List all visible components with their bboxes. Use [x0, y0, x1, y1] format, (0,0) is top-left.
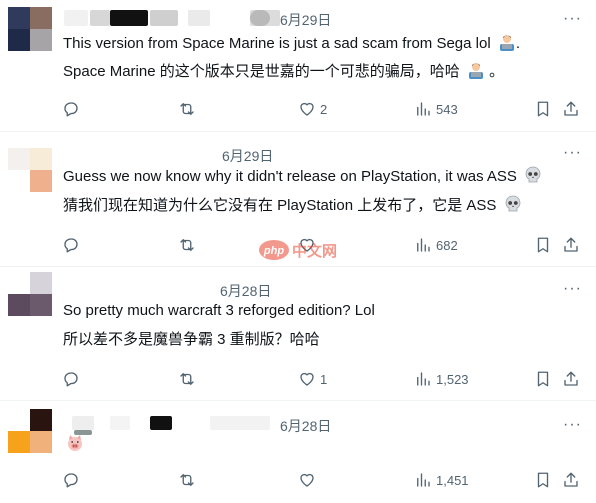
avatar[interactable] [8, 7, 52, 51]
bookmark-icon [537, 371, 549, 387]
post-date[interactable]: 6月28日 [280, 416, 331, 436]
bookmark-icon [537, 101, 549, 117]
share-icon [564, 101, 578, 116]
post-text-translation: Space Marine 的这个版本只是世嘉的一个可悲的骗局，哈哈 。 [63, 63, 505, 80]
post-date[interactable]: 6月29日 [280, 10, 331, 30]
action-bar: 1 1,523 [62, 369, 592, 389]
share-button[interactable] [562, 470, 580, 490]
post-text-original: This version from Space Marine is just a… [63, 35, 521, 52]
like-button[interactable] [298, 470, 320, 490]
post-text-en: So pretty much warcraft 3 reforged editi… [63, 302, 375, 319]
bookmark-icon [537, 237, 549, 253]
repost-icon [180, 373, 194, 385]
like-count: 2 [320, 101, 328, 117]
post-date[interactable]: 6月28日 [220, 281, 271, 301]
post-text-zh: 猜我们现在知道为什么它没有在 PlayStation 上发布了，它是 ASS [63, 197, 497, 214]
view-count: 543 [436, 101, 458, 117]
action-bar: 1,451 [62, 470, 592, 490]
like-count: 1 [320, 371, 328, 387]
repost-button[interactable] [178, 99, 200, 119]
view-count: 682 [436, 237, 458, 253]
man-technologist-emoji [499, 35, 514, 51]
reply-button[interactable] [62, 369, 84, 389]
heart-icon [300, 372, 314, 386]
like-button[interactable]: 2 [298, 99, 327, 119]
post-text-translation: 所以差不多是魔兽争霸 3 重制版？哈哈 [63, 330, 320, 350]
more-options-icon[interactable]: ··· [563, 145, 582, 161]
bookmark-icon [537, 472, 549, 488]
reply-button[interactable] [62, 470, 84, 490]
views-icon [417, 372, 430, 386]
view-count: 1,451 [436, 472, 469, 488]
repost-button[interactable] [178, 470, 200, 490]
svg-text:php: php [263, 245, 284, 257]
skull-emoji [505, 195, 520, 212]
views-icon [417, 102, 430, 116]
avatar[interactable] [8, 272, 52, 316]
post-text-original: So pretty much warcraft 3 reforged editi… [63, 301, 375, 321]
view-count: 1,523 [436, 371, 469, 387]
heart-icon [300, 473, 314, 487]
like-button[interactable]: 1 [298, 369, 327, 389]
share-button[interactable] [562, 99, 580, 119]
views-icon [417, 238, 430, 252]
post-text-original: Guess we now know why it didn't release … [63, 166, 542, 187]
share-icon [564, 237, 578, 252]
reply-icon [64, 372, 78, 387]
bookmark-button[interactable] [534, 470, 552, 490]
skull-emoji [525, 166, 541, 183]
repost-button[interactable] [178, 369, 200, 389]
share-button[interactable] [562, 369, 580, 389]
share-icon [564, 472, 578, 487]
views-button[interactable]: 543 [414, 99, 458, 119]
more-options-icon[interactable]: ··· [563, 417, 582, 433]
bookmark-button[interactable] [534, 99, 552, 119]
avatar[interactable] [8, 148, 52, 192]
post-text-en: This version from Space Marine is just a… [63, 35, 491, 52]
repost-icon [180, 474, 194, 486]
svg-text:中文网: 中文网 [292, 242, 337, 260]
heart-icon [300, 102, 314, 116]
more-options-icon[interactable]: ··· [563, 281, 582, 297]
repost-icon [180, 103, 194, 115]
share-button[interactable] [562, 235, 580, 255]
man-technologist-emoji [468, 63, 483, 79]
post-text-en: Guess we now know why it didn't release … [63, 168, 517, 185]
views-button[interactable]: 682 [414, 235, 458, 255]
avatar[interactable] [8, 409, 52, 453]
views-button[interactable]: 1,523 [414, 369, 469, 389]
repost-button[interactable] [178, 235, 200, 255]
reply-post: 6月29日 ··· This version from Space Marine… [0, 0, 596, 132]
reply-icon [64, 473, 78, 488]
post-date[interactable]: 6月29日 [222, 146, 273, 166]
action-bar: 2 543 [62, 99, 592, 119]
reply-post: 6月28日 ··· 1,451 [0, 401, 596, 503]
reply-icon [64, 102, 78, 117]
more-options-icon[interactable]: ··· [563, 11, 582, 27]
reply-button[interactable] [62, 235, 84, 255]
watermark-logo: php 中文网 [259, 240, 337, 260]
pig-face-emoji [68, 435, 82, 451]
post-text-translation: 猜我们现在知道为什么它没有在 PlayStation 上发布了，它是 ASS [63, 195, 522, 216]
views-button[interactable]: 1,451 [414, 470, 469, 490]
reply-post: 6月28日 ··· So pretty much warcraft 3 refo… [0, 267, 596, 401]
reply-icon [64, 238, 78, 253]
post-text-zh: Space Marine 的这个版本只是世嘉的一个可悲的骗局，哈哈 [63, 63, 460, 80]
share-icon [564, 371, 578, 386]
bookmark-button[interactable] [534, 235, 552, 255]
views-icon [417, 473, 430, 487]
reply-button[interactable] [62, 99, 84, 119]
bookmark-button[interactable] [534, 369, 552, 389]
post-text-zh: 所以差不多是魔兽争霸 3 重制版？哈哈 [63, 331, 320, 348]
repost-icon [180, 239, 194, 251]
